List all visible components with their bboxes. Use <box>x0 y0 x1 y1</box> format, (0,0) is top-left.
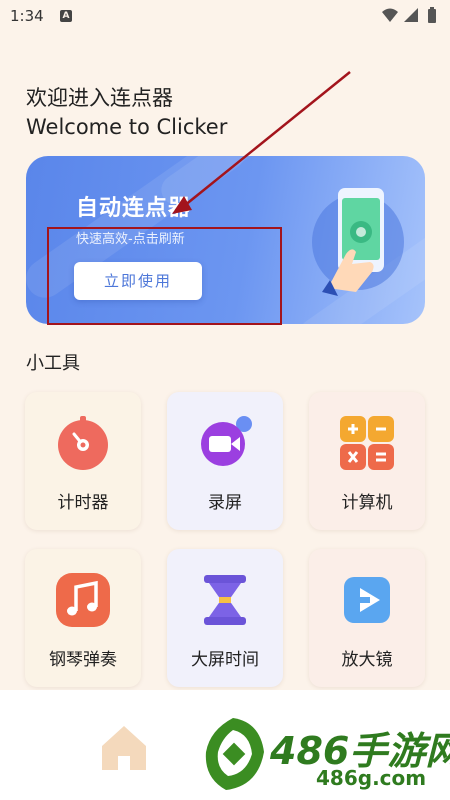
tool-timer[interactable]: 计时器 <box>25 392 141 530</box>
screen-record-icon <box>201 416 252 466</box>
status-icons <box>382 7 436 23</box>
watermark: 486手游网 486g.com <box>196 712 450 800</box>
status-time: 1:34 <box>10 7 44 25</box>
auto-clicker-banner[interactable]: 自动连点器 快速高效-点击刷新 立即使用 <box>26 156 425 324</box>
tool-magnifier[interactable]: 放大镜 <box>309 549 425 687</box>
calculator-icon <box>340 416 394 470</box>
music-note-icon <box>56 573 110 627</box>
tool-label: 录屏 <box>208 493 242 513</box>
notification-a-icon: A <box>60 10 72 22</box>
tool-piano[interactable]: 钢琴弹奏 <box>25 549 141 687</box>
watermark-logo-icon <box>205 718 264 790</box>
tools-section-title: 小工具 <box>26 353 80 374</box>
tool-label: 放大镜 <box>341 650 393 670</box>
tool-label: 计算机 <box>341 493 393 513</box>
phone-tap-icon <box>312 188 404 296</box>
home-icon[interactable] <box>100 724 148 770</box>
greeting-line-cn: 欢迎进入连点器 <box>26 86 173 110</box>
greeting: 欢迎进入连点器 Welcome to Clicker <box>26 84 227 142</box>
tool-label: 计时器 <box>57 493 109 513</box>
banner-subtitle: 快速高效-点击刷新 <box>76 232 185 247</box>
status-bar: 1:34 A <box>0 0 450 32</box>
banner-title: 自动连点器 <box>76 196 192 221</box>
greeting-line-en: Welcome to Clicker <box>26 115 228 139</box>
tool-label: 钢琴弹奏 <box>49 650 117 670</box>
timer-icon <box>58 416 108 470</box>
battery-icon <box>428 9 436 23</box>
tool-big-screen-time[interactable]: 大屏时间 <box>167 549 283 687</box>
tool-label: 大屏时间 <box>191 650 259 670</box>
signal-icon <box>404 8 418 22</box>
use-now-button[interactable]: 立即使用 <box>74 262 202 300</box>
tool-calculator[interactable]: 计算机 <box>309 392 425 530</box>
wifi-icon <box>382 8 398 22</box>
watermark-url: 486g.com <box>316 766 427 790</box>
hourglass-icon <box>204 575 246 625</box>
magnifier-icon <box>344 577 390 623</box>
tool-screen-record[interactable]: 录屏 <box>167 392 283 530</box>
